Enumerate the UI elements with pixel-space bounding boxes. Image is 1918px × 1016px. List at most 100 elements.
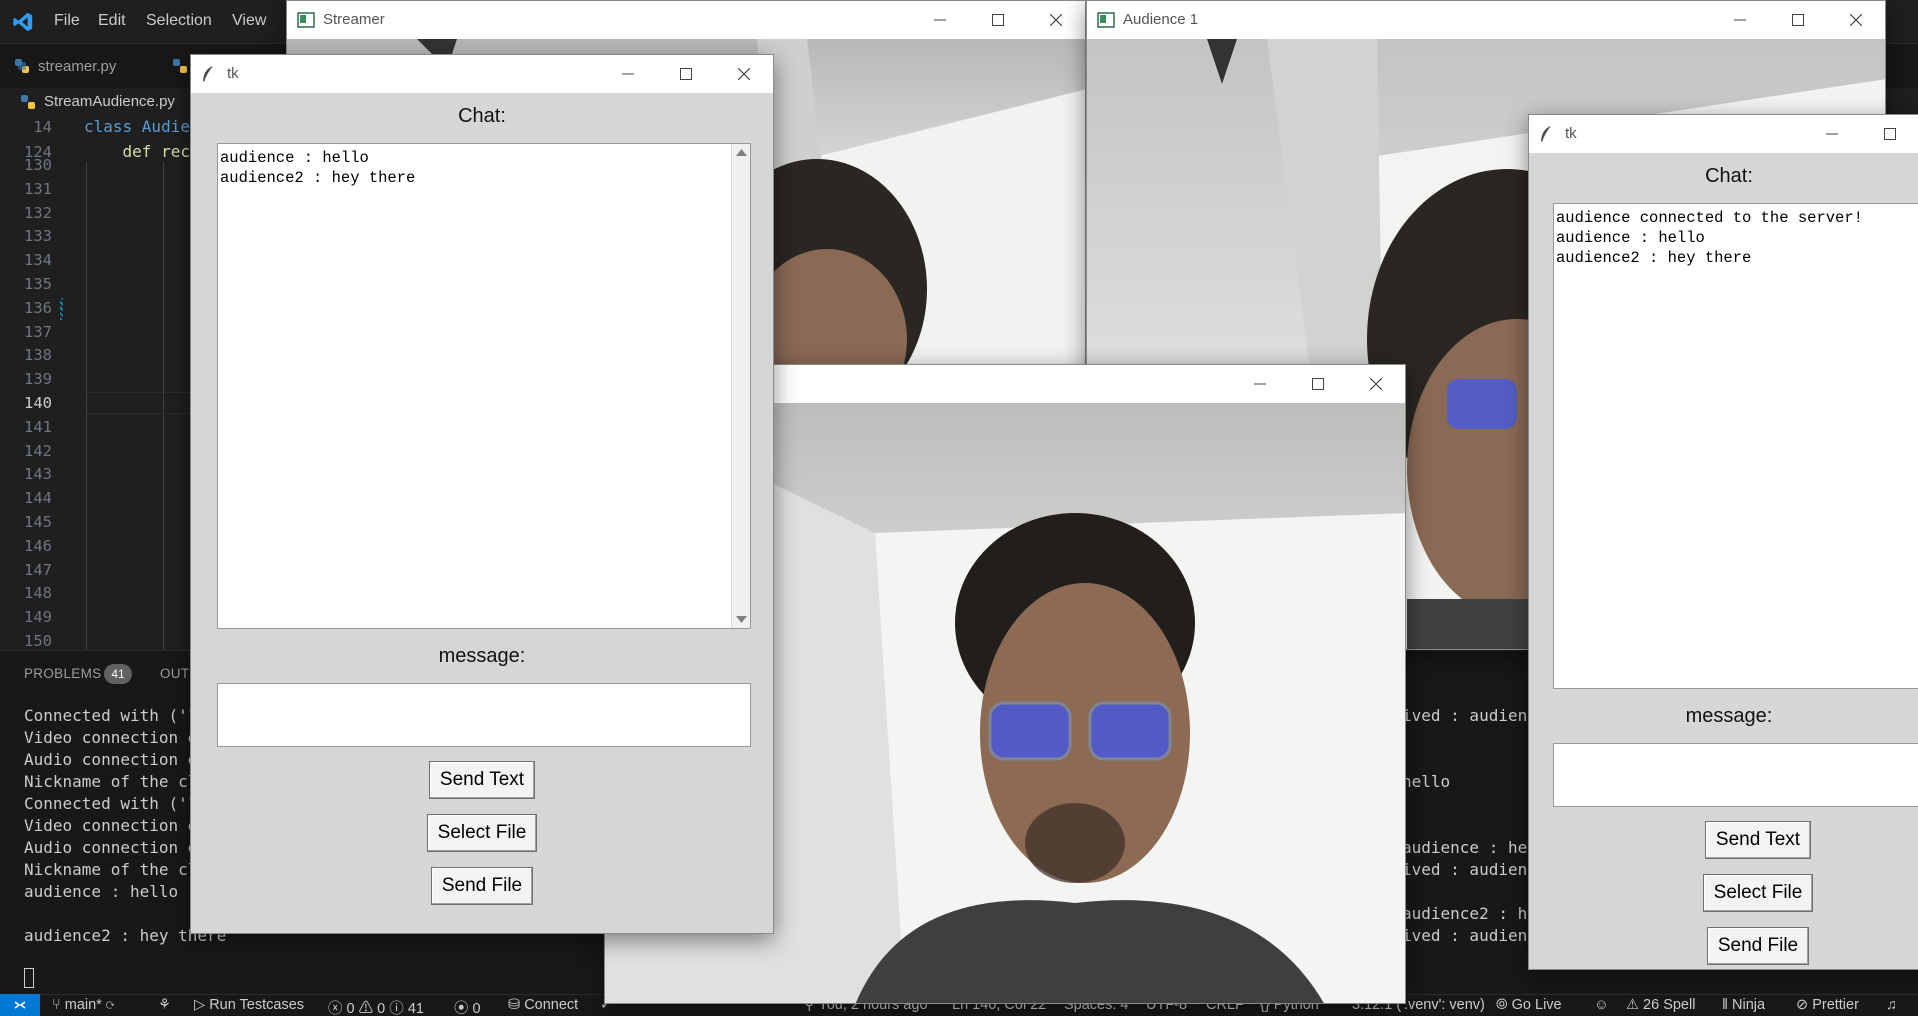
chat-label: Chat:: [1705, 165, 1753, 187]
minimize-button[interactable]: [911, 1, 969, 39]
git-modified-marker: [60, 298, 63, 320]
line-number: 139: [24, 370, 52, 389]
problems-count-badge: 41: [104, 664, 132, 684]
close-button[interactable]: [1347, 365, 1405, 403]
minimize-button[interactable]: [599, 55, 657, 93]
minimize-icon: [622, 73, 634, 75]
close-button[interactable]: [715, 55, 773, 93]
tk-body: Chat: audience connected to the server! …: [1529, 153, 1918, 969]
send-text-button[interactable]: Send Text: [429, 761, 535, 799]
line-number: 136: [24, 298, 52, 317]
minimize-icon: [934, 19, 946, 21]
problems-status[interactable]: ⓧ 0 ⚠ 0 ⓘ 41: [328, 997, 424, 1016]
menu-edit[interactable]: Edit: [98, 12, 126, 30]
maximize-button[interactable]: [1861, 115, 1918, 153]
spell-label: 26 Spell: [1643, 997, 1696, 1013]
spell-check-status[interactable]: ⚠ 26 Spell: [1626, 997, 1695, 1013]
streamer-titlebar[interactable]: Streamer: [287, 1, 1085, 39]
maximize-button[interactable]: [657, 55, 715, 93]
menu-view[interactable]: View: [232, 12, 266, 30]
send-file-button[interactable]: Send File: [1707, 927, 1809, 965]
minimize-icon: [1254, 383, 1266, 385]
terminal-cursor: [24, 968, 34, 988]
scroll-down-arrow-icon[interactable]: [736, 616, 747, 624]
terminal-line: ived : audienc: [1402, 926, 1537, 945]
ninja-label: Ninja: [1732, 997, 1766, 1013]
line-number: 137: [24, 322, 52, 341]
database-connect-button[interactable]: ⛁ Connect: [508, 997, 578, 1013]
message-label: message:: [438, 645, 526, 667]
scroll-up-arrow-icon[interactable]: [736, 148, 747, 156]
copilot-icon[interactable]: ☺: [1594, 997, 1609, 1013]
line-number: 135: [24, 275, 52, 293]
branch-name: main*: [64, 997, 102, 1013]
close-icon: [1050, 14, 1062, 26]
close-icon: [1850, 14, 1862, 26]
close-button[interactable]: [1027, 1, 1085, 39]
git-branch-status[interactable]: ⑂ main* ⟳: [52, 997, 115, 1013]
go-live-label: Go Live: [1511, 997, 1562, 1013]
connect-label: Connect: [524, 997, 579, 1013]
tab-streamer-py[interactable]: streamer.py: [0, 44, 130, 88]
panel-tab-output[interactable]: OUTI: [160, 666, 193, 681]
terminal-line: audience : hello: [24, 882, 179, 901]
panel-tab-problems[interactable]: PROBLEMS: [24, 666, 101, 681]
tk-titlebar[interactable]: tk: [191, 55, 773, 93]
send-text-button[interactable]: Send Text: [1705, 821, 1811, 859]
chat-history-textbox[interactable]: audience : hello audience2 : hey there: [217, 143, 751, 629]
breadcrumb[interactable]: StreamAudience.py: [20, 93, 175, 110]
select-file-button[interactable]: Select File: [1703, 874, 1813, 912]
maximize-icon: [680, 68, 692, 80]
python-file-icon: [173, 59, 187, 73]
audience1-titlebar[interactable]: Audience 1: [1087, 1, 1885, 39]
terminal-line: hello: [1402, 772, 1451, 791]
select-file-button[interactable]: Select File: [427, 814, 537, 852]
chat-history-textbox[interactable]: audience connected to the server! audien…: [1553, 203, 1918, 689]
message-input[interactable]: [217, 683, 751, 747]
line-number: 148: [24, 584, 52, 603]
maximize-button[interactable]: [1769, 1, 1827, 39]
message-label: message:: [1685, 705, 1773, 727]
sticky-line-number: 14: [33, 118, 52, 136]
message-input[interactable]: [1553, 743, 1918, 807]
run-testcases-label: Run Testcases: [209, 997, 305, 1013]
prettier-status[interactable]: ⊘ Prettier: [1796, 997, 1859, 1013]
error-count: 0: [346, 1001, 355, 1016]
tk-title: tk: [1565, 125, 1577, 142]
close-icon: [738, 68, 750, 80]
send-file-button[interactable]: Send File: [431, 867, 533, 905]
minimize-button[interactable]: [1231, 365, 1289, 403]
chat-scrollbar[interactable]: [731, 144, 750, 628]
ninja-status[interactable]: ‖ Ninja: [1722, 997, 1765, 1013]
tk-feather-icon: [203, 66, 213, 82]
line-number: 130: [24, 156, 52, 174]
menu-selection[interactable]: Selection: [146, 12, 212, 30]
maximize-button[interactable]: [1289, 365, 1347, 403]
terminal-line: ived : audienc: [1402, 860, 1537, 879]
line-number: 132: [24, 203, 52, 222]
minimize-button[interactable]: [1711, 1, 1769, 39]
tk-chat-window-right[interactable]: tk Chat: audience connected to the serve…: [1528, 114, 1918, 970]
menu-file[interactable]: File: [54, 12, 80, 30]
sticky-line-code: def rec: [84, 142, 190, 161]
go-live-button[interactable]: ⦾ Go Live: [1496, 997, 1562, 1013]
git-graph-icon[interactable]: ⚘: [158, 997, 171, 1013]
minimize-button[interactable]: [1803, 115, 1861, 153]
terminal-line: Video connection e: [24, 728, 198, 747]
tk-title: tk: [227, 65, 239, 82]
minimize-icon: [1826, 133, 1838, 135]
terminal-line: audience : hel: [1402, 838, 1537, 857]
notifications-bell-icon[interactable]: ♫: [1886, 997, 1897, 1013]
line-number: 144: [24, 489, 52, 508]
ports-status[interactable]: ⦿ 0: [454, 997, 481, 1016]
line-number: 143: [24, 465, 52, 484]
maximize-button[interactable]: [969, 1, 1027, 39]
terminal-line: Video connection e: [24, 816, 198, 835]
run-testcases-button[interactable]: ▷ Run Testcases: [194, 997, 304, 1013]
tk-titlebar[interactable]: tk: [1529, 115, 1918, 153]
remote-indicator-button[interactable]: [0, 994, 40, 1016]
app-window-icon: [1097, 12, 1115, 28]
terminal-line: Connected with ('1: [24, 794, 198, 813]
close-button[interactable]: [1827, 1, 1885, 39]
tk-chat-window-left[interactable]: tk Chat: audience : hello audience2 : he…: [190, 54, 774, 934]
